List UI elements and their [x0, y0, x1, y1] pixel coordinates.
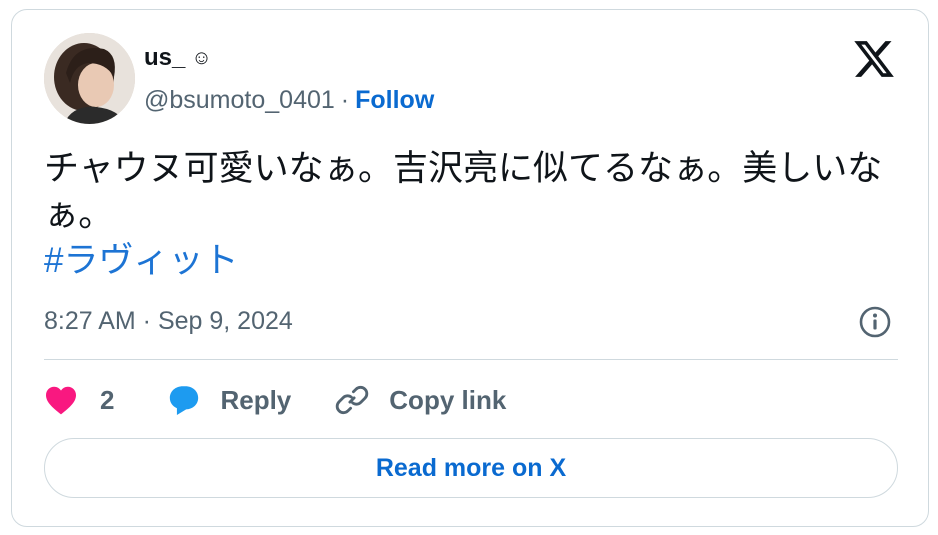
author-name[interactable]: us_ ☺ [144, 44, 212, 72]
copy-link-label: Copy link [389, 384, 507, 415]
tweet-text: チャウヌ可愛いなぁ。吉沢亮に似てるなぁ。美しいなぁ。 #ラヴィット [44, 146, 904, 284]
read-more-label: Read more on X [375, 453, 567, 482]
copy-link-button[interactable]: Copy link [335, 383, 506, 417]
read-more-button[interactable]: Read more on X [44, 438, 898, 498]
like-button[interactable]: 2 [44, 385, 114, 416]
tweet-timestamp[interactable]: 8:27 AM · Sep 9, 2024 [44, 307, 293, 336]
author-name-text: us_ [144, 44, 186, 71]
link-icon [336, 385, 369, 415]
speech-bubble-icon [170, 386, 199, 416]
smiley-emoji: ☺ [191, 46, 212, 69]
author-handle[interactable]: @bsumoto_0401 [144, 86, 335, 115]
x-logo-icon[interactable] [850, 37, 898, 81]
tweet-body: チャウヌ可愛いなぁ。吉沢亮に似てるなぁ。美しいなぁ。 [44, 149, 883, 234]
action-bar: 2 Reply Copy link [44, 380, 506, 420]
handle-row: @bsumoto_0401 · Follow [144, 86, 434, 115]
reply-label: Reply [220, 384, 292, 415]
reply-button[interactable]: Reply [166, 383, 291, 417]
info-icon[interactable] [858, 305, 892, 339]
handle-separator: · [340, 86, 350, 114]
tweet-embed-card: us_ ☺ @bsumoto_0401 · Follow チャウヌ可愛いなぁ。吉… [11, 9, 929, 527]
hashtag-link[interactable]: #ラヴィット [44, 238, 904, 284]
avatar-photo [44, 33, 135, 124]
avatar[interactable] [44, 33, 135, 124]
follow-link[interactable]: Follow [355, 86, 434, 115]
heart-icon [46, 386, 76, 415]
divider [44, 359, 898, 360]
like-count: 2 [100, 384, 115, 415]
